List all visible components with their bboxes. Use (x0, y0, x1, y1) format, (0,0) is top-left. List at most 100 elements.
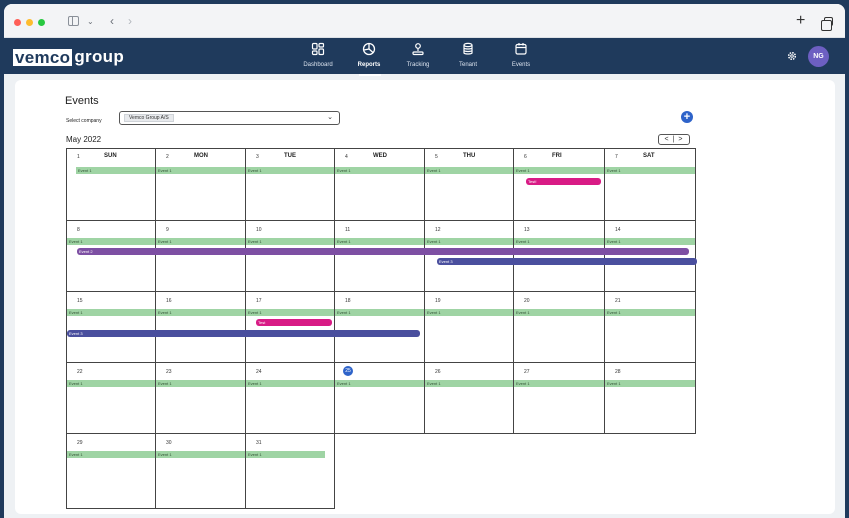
event-bar[interactable]: Event 1 (425, 309, 513, 316)
event-bar[interactable]: Event 1 (514, 238, 604, 245)
chevron-down-icon[interactable]: ⌄ (87, 16, 94, 28)
event-bar[interactable]: Event 1 (605, 238, 695, 245)
calendar-day-cell[interactable]: 27 (513, 362, 605, 434)
event-bar[interactable]: Event 2 (77, 248, 689, 255)
event-bar[interactable]: Event 1 (156, 451, 245, 458)
event-bar[interactable]: Test! (526, 178, 601, 185)
nav-reports[interactable]: Reports (346, 42, 392, 76)
nav-tracking[interactable]: Tracking (395, 42, 441, 72)
calendar-day-cell[interactable]: 23 (155, 362, 246, 434)
event-bar[interactable]: Event 1 (335, 167, 424, 174)
event-bar[interactable]: Event 1 (425, 167, 513, 174)
nav-tenant[interactable]: Tenant (445, 42, 491, 72)
event-bar[interactable]: Event 1 (156, 309, 245, 316)
event-bar[interactable]: Event 1 (67, 451, 155, 458)
calendar-day-cell[interactable]: 25 (334, 362, 425, 434)
event-bar[interactable]: Event 1 (335, 380, 424, 387)
calendar-day-cell[interactable]: 1 SUN (66, 148, 156, 221)
event-bar[interactable]: Event 1 (514, 380, 604, 387)
event-bar[interactable]: Event 1 (605, 380, 695, 387)
event-bar[interactable]: Event 3 (67, 330, 420, 337)
event-bar[interactable]: Event 1 (246, 167, 334, 174)
calendar-day-cell[interactable]: 18 (334, 291, 425, 363)
day-number: 10 (256, 227, 262, 233)
calendar-day-cell[interactable]: 16 (155, 291, 246, 363)
calendar-day-cell[interactable]: 24 (245, 362, 335, 434)
event-bar[interactable]: Test (256, 319, 332, 326)
event-bar[interactable]: Event 1 (156, 238, 245, 245)
back-arrow-icon[interactable]: ‹ (110, 15, 114, 27)
tracking-icon (412, 43, 424, 56)
day-number: 24 (256, 369, 262, 375)
calendar-day-cell[interactable]: 15 (66, 291, 156, 363)
company-select[interactable]: Vemco Group A/S ⌄ (119, 111, 340, 125)
calendar-day-cell[interactable]: 22 (66, 362, 156, 434)
tenant-icon (463, 42, 473, 55)
calendar-day-cell[interactable]: 19 (424, 291, 514, 363)
add-event-button[interactable]: + (681, 111, 693, 123)
event-bar[interactable]: Event 1 (425, 238, 513, 245)
nav-dashboard[interactable]: Dashboard (295, 42, 341, 72)
calendar-day-cell[interactable]: 11 (334, 220, 425, 292)
calendar-day-cell[interactable]: 20 (513, 291, 605, 363)
event-bar[interactable]: Event 1 (514, 167, 604, 174)
calendar-day-cell[interactable]: 29 (66, 433, 156, 509)
sidebar-toggle-icon[interactable] (68, 16, 79, 26)
day-number: 14 (615, 227, 621, 233)
event-bar[interactable]: Event 1 (67, 380, 155, 387)
forward-arrow-icon[interactable]: › (128, 15, 132, 27)
calendar-day-cell[interactable]: 17 (245, 291, 335, 363)
event-bar[interactable]: Event 1 (67, 309, 155, 316)
maximize-window-button[interactable] (38, 19, 45, 26)
event-bar[interactable]: Event 1 (335, 309, 424, 316)
event-bar[interactable]: Event 1 (605, 167, 695, 174)
calendar-day-cell[interactable]: 10 (245, 220, 335, 292)
weekday-label: SAT (643, 153, 655, 159)
day-number: 5 (435, 154, 438, 160)
calendar-day-cell[interactable]: 31 (245, 433, 335, 509)
calendar-day-cell[interactable]: 28 (604, 362, 696, 434)
calendar-day-cell[interactable]: 7 SAT (604, 148, 696, 221)
calendar-day-cell[interactable]: 3 TUE (245, 148, 335, 221)
minimize-window-button[interactable] (26, 19, 33, 26)
calendar-day-cell[interactable]: 30 (155, 433, 246, 509)
gear-icon[interactable] (787, 51, 797, 61)
month-nav-buttons[interactable]: < | > (658, 134, 690, 145)
event-bar[interactable]: Event 1 (246, 238, 334, 245)
calendar-day-cell[interactable]: 5 THU (424, 148, 514, 221)
new-tab-icon[interactable]: + (796, 13, 805, 29)
close-window-button[interactable] (14, 19, 21, 26)
user-avatar[interactable]: NG (808, 46, 829, 67)
calendar-day-cell[interactable]: 2 MON (155, 148, 246, 221)
day-number: 17 (256, 298, 262, 304)
day-number: 1 (77, 154, 80, 160)
company-chip[interactable]: Vemco Group A/S (124, 114, 174, 122)
page-title: Events (65, 95, 99, 107)
event-bar[interactable]: Event 1 (76, 167, 155, 174)
calendar-day-cell[interactable]: 8 (66, 220, 156, 292)
vemco-logo[interactable]: vemco group (13, 47, 124, 66)
event-bar[interactable]: Event 1 (67, 238, 155, 245)
event-bar[interactable]: Event 1 (425, 380, 513, 387)
event-bar[interactable]: Event 1 (605, 309, 695, 316)
event-bar[interactable]: Event 1 (246, 451, 325, 458)
weekday-label: SUN (104, 153, 117, 159)
calendar-day-cell[interactable]: 14 (604, 220, 696, 292)
event-bar[interactable]: Event 1 (246, 309, 334, 316)
calendar-day-cell[interactable]: 12 (424, 220, 514, 292)
event-bar[interactable]: Event 1 (156, 167, 245, 174)
calendar-day-cell[interactable]: 13 (513, 220, 605, 292)
tabs-overview-icon[interactable] (821, 17, 833, 31)
event-bar[interactable]: Event 1 (156, 380, 245, 387)
event-bar[interactable]: Event 1 (246, 380, 334, 387)
calendar-day-cell[interactable]: 4 WED (334, 148, 425, 221)
event-bar[interactable]: Event 3 (437, 258, 697, 265)
weekday-label: MON (194, 153, 208, 159)
nav-events[interactable]: Events (498, 42, 544, 72)
day-number: 2 (166, 154, 169, 160)
calendar-day-cell[interactable]: 9 (155, 220, 246, 292)
event-bar[interactable]: Event 1 (335, 238, 424, 245)
event-bar[interactable]: Event 1 (514, 309, 604, 316)
calendar-day-cell[interactable]: 26 (424, 362, 514, 434)
calendar-day-cell[interactable]: 21 (604, 291, 696, 363)
